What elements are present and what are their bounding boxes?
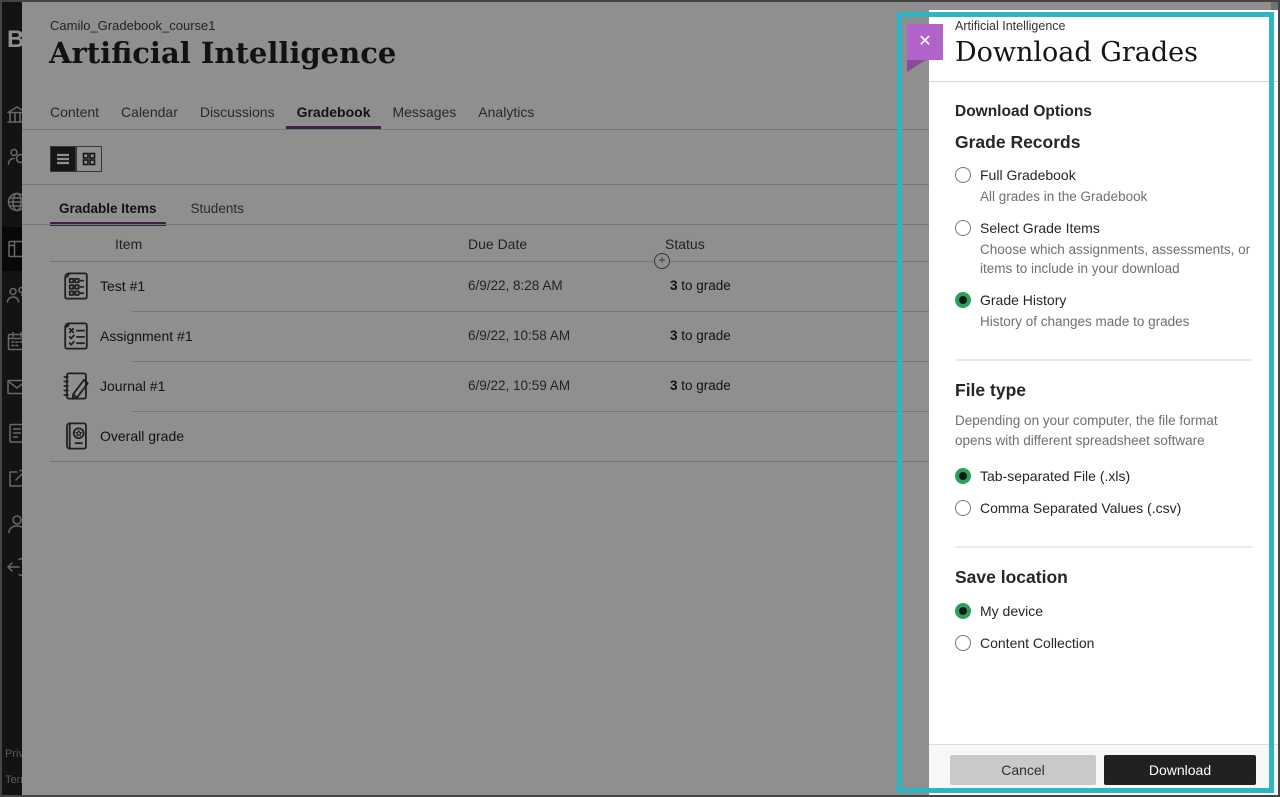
file-type-heading: File type — [955, 380, 1252, 401]
section-divider — [955, 546, 1252, 548]
download-options-heading: Download Options — [955, 103, 1252, 121]
file-type-description: Depending on your computer, the file for… — [955, 411, 1252, 451]
radio-option-xls[interactable]: Tab-separated File (.xls) — [955, 467, 1252, 486]
save-location-heading: Save location — [955, 567, 1252, 588]
radio-button[interactable] — [955, 220, 971, 236]
app-screen: B Priva — [0, 0, 1280, 797]
radio-button[interactable] — [955, 167, 971, 183]
radio-option-select-grade-items[interactable]: Select Grade Items Choose which assignme… — [955, 219, 1252, 278]
cancel-button[interactable]: Cancel — [950, 755, 1096, 785]
radio-button[interactable] — [955, 635, 971, 651]
panel-body: Download Options Grade Records Full Grad… — [929, 82, 1278, 653]
radio-button[interactable] — [955, 500, 971, 516]
panel-context-title: Artificial Intelligence — [955, 19, 1254, 33]
panel-header: Artificial Intelligence Download Grades — [929, 10, 1278, 82]
radio-option-full-gradebook[interactable]: Full Gradebook All grades in the Gradebo… — [955, 166, 1252, 206]
radio-option-my-device[interactable]: My device — [955, 602, 1252, 621]
close-button-fold — [907, 60, 926, 72]
download-grades-panel: ✕ Artificial Intelligence Download Grade… — [929, 10, 1278, 795]
close-icon[interactable]: ✕ — [907, 24, 943, 60]
panel-title: Download Grades — [955, 37, 1254, 68]
panel-footer: Cancel Download — [929, 744, 1278, 795]
radio-button-selected[interactable] — [955, 603, 971, 619]
grade-records-heading: Grade Records — [955, 132, 1252, 153]
download-button[interactable]: Download — [1104, 755, 1256, 785]
radio-option-content-collection[interactable]: Content Collection — [955, 634, 1252, 653]
radio-button-selected[interactable] — [955, 468, 971, 484]
section-divider — [955, 359, 1252, 361]
radio-button-selected[interactable] — [955, 292, 971, 308]
radio-option-grade-history[interactable]: Grade History History of changes made to… — [955, 291, 1252, 331]
radio-option-csv[interactable]: Comma Separated Values (.csv) — [955, 499, 1252, 518]
